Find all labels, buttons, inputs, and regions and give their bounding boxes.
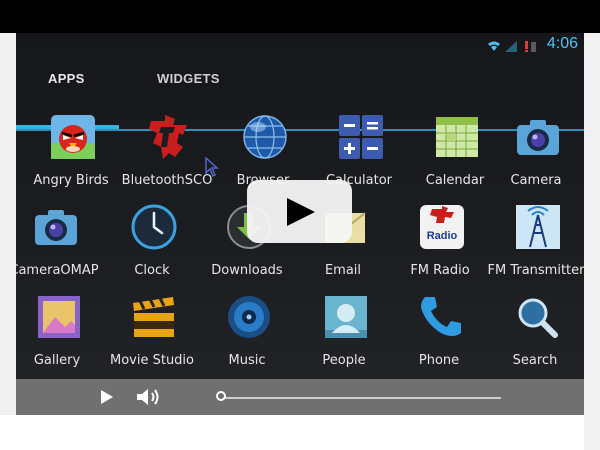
search-icon <box>518 298 558 338</box>
left-border <box>0 33 16 415</box>
status-icons <box>486 38 536 52</box>
app-clock[interactable]: Clock <box>104 203 200 291</box>
tab-widgets[interactable]: WIDGETS <box>157 71 220 86</box>
volume-icon[interactable] <box>136 388 162 406</box>
calendar-icon <box>436 117 478 157</box>
app-movie-studio[interactable]: Movie Studio <box>104 293 200 381</box>
people-icon <box>325 296 367 338</box>
app-label: Movie Studio <box>109 353 194 368</box>
app-camera[interactable]: Camera <box>488 113 584 201</box>
mouse-cursor-icon <box>205 157 219 177</box>
app-search[interactable]: Search <box>487 293 583 381</box>
play-button[interactable] <box>100 389 114 405</box>
wifi-icon <box>488 41 500 51</box>
angry-birds-icon <box>51 115 95 159</box>
app-label: Downloads <box>211 263 283 278</box>
battery-icon <box>531 42 536 52</box>
alert-icon <box>525 41 528 52</box>
top-black-border <box>0 0 600 33</box>
video-controls-bar <box>16 379 584 415</box>
calculator-icon <box>339 115 383 159</box>
app-label: Camera <box>510 173 562 188</box>
app-label: Angry Birds <box>33 173 109 188</box>
fm-transmitter-icon <box>516 205 560 249</box>
app-bluetoothsco[interactable]: BluetoothSCO <box>119 113 215 201</box>
svg-text:Radio: Radio <box>427 230 458 242</box>
seek-handle[interactable] <box>216 391 226 401</box>
app-music[interactable]: Music <box>199 293 295 381</box>
app-people[interactable]: People <box>296 293 392 381</box>
app-fm-transmitter[interactable]: FM Transmitter <box>488 203 584 291</box>
app-label: Search <box>512 353 558 368</box>
app-label: Music <box>228 353 266 368</box>
app-label: FM Transmitter <box>487 263 585 278</box>
music-icon <box>228 296 270 338</box>
tab-apps[interactable]: APPS <box>48 71 85 86</box>
signal-icon <box>505 41 517 52</box>
app-label: Clock <box>134 263 170 278</box>
gallery-icon <box>38 296 80 338</box>
app-gallery[interactable]: Gallery <box>16 293 105 381</box>
app-cameraomap[interactable]: CameraOMAP <box>16 203 102 291</box>
drawer-tabs: APPS WIDGETS <box>16 61 584 131</box>
app-label: FM Radio <box>410 263 470 278</box>
video-play-overlay-button[interactable] <box>247 180 352 243</box>
browser-globe-icon <box>243 115 287 159</box>
app-label: Gallery <box>33 353 81 368</box>
fm-radio-icon: Radio <box>420 205 464 249</box>
right-border <box>584 33 600 450</box>
app-phone[interactable]: Phone <box>391 293 487 381</box>
app-angry-birds[interactable]: Angry Birds <box>23 113 119 201</box>
status-clock: 4:06 <box>546 35 578 52</box>
status-bar: 4:06 <box>16 33 584 55</box>
camera-icon <box>517 120 559 155</box>
clock-icon <box>131 204 177 250</box>
bottom-border <box>0 415 584 450</box>
phone-icon <box>421 297 461 336</box>
app-label: Email <box>324 263 362 278</box>
app-label: Phone <box>418 353 460 368</box>
camera-omap-icon <box>35 210 77 245</box>
app-label: People <box>322 353 366 368</box>
bluetooth-sco-icon <box>149 115 187 159</box>
app-label: CameraOMAP <box>16 263 99 278</box>
app-label: BluetoothSCO <box>121 173 213 188</box>
movie-studio-icon <box>133 297 174 337</box>
app-fm-radio[interactable]: Radio FM Radio <box>392 203 488 291</box>
play-icon <box>287 198 315 226</box>
seek-bar[interactable] <box>221 397 501 399</box>
